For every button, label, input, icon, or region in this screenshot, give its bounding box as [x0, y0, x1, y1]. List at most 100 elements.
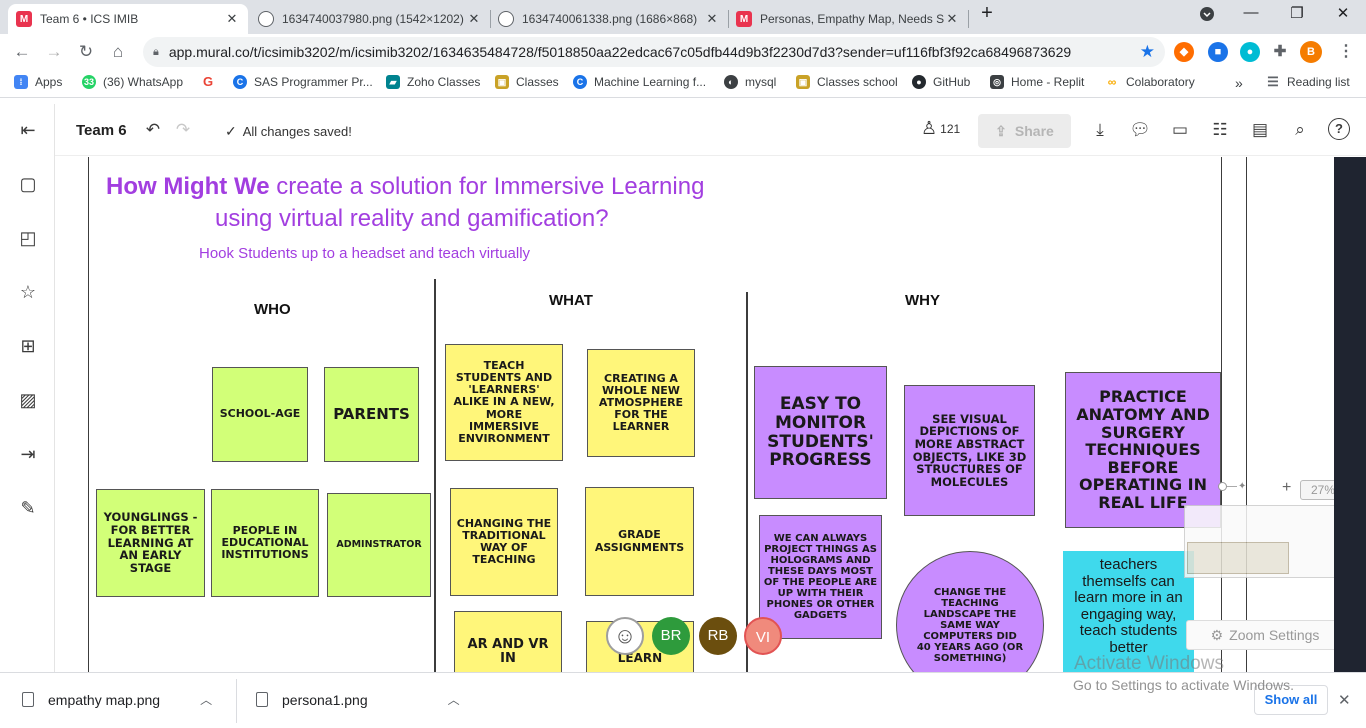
- minimize-icon[interactable]: —: [1236, 4, 1266, 21]
- image-icon[interactable]: ▨: [16, 388, 40, 412]
- pencil-icon[interactable]: ✎: [16, 496, 40, 520]
- tab-image-1[interactable]: 1634740037980.png (1542×1202) ✕: [250, 4, 490, 34]
- bookmark-google[interactable]: G: [201, 75, 222, 89]
- file-icon: [256, 692, 268, 707]
- close-downloads-icon[interactable]: ✕: [1338, 691, 1351, 709]
- frameworks-icon[interactable]: ⊞: [16, 334, 40, 358]
- restore-icon[interactable]: ❐: [1282, 4, 1312, 22]
- download-item[interactable]: empathy map.png ︿: [22, 691, 212, 708]
- bookmark-machine-learning[interactable]: C Machine Learning f...: [573, 75, 706, 89]
- sticky-note[interactable]: School-age: [212, 367, 308, 462]
- tab-search-icon[interactable]: [1192, 6, 1222, 26]
- tab-team6[interactable]: M Team 6 • ICS IMIB ✕: [8, 4, 248, 34]
- sticky-note[interactable]: See visual depictions of more abstract o…: [904, 385, 1035, 516]
- sticky-note[interactable]: We can always project things as hologram…: [759, 515, 882, 639]
- participants-count: 121: [940, 121, 961, 136]
- url-text[interactable]: app.mural.co/t/icsimib3202/m/icsimib3202…: [169, 44, 1140, 60]
- zoom-settings-button[interactable]: ⚙ Zoom Settings: [1186, 620, 1334, 650]
- profile-avatar[interactable]: B: [1300, 41, 1322, 63]
- extension-icon[interactable]: ◆: [1174, 42, 1194, 62]
- self-avatar[interactable]: BR: [8, 624, 46, 662]
- close-icon[interactable]: ✕: [944, 11, 960, 27]
- download-icon[interactable]: ⤓: [1088, 118, 1112, 142]
- bookmark-label: mysql: [745, 75, 777, 89]
- board-name[interactable]: Team 6: [76, 122, 127, 139]
- search-icon[interactable]: ⌕: [1288, 118, 1312, 142]
- sticky-note[interactable]: Easy to monitor students' progress: [754, 366, 887, 499]
- tab-image-2[interactable]: 1634740061338.png (1686×868) ✕: [490, 4, 728, 34]
- reading-list-button[interactable]: ☰ Reading list: [1266, 75, 1350, 90]
- share-label: Share: [1014, 123, 1054, 139]
- sticky-note[interactable]: Creating a whole new atmosphere for the …: [587, 349, 695, 457]
- close-icon[interactable]: ✕: [224, 11, 240, 27]
- activity-icon[interactable]: ☷: [1208, 118, 1232, 142]
- bookmark-apps[interactable]: ⁞ Apps: [14, 75, 62, 89]
- close-icon[interactable]: ✕: [704, 11, 720, 27]
- reaction-emoji-button[interactable]: ☺: [606, 617, 644, 655]
- menu-icon[interactable]: ⋮: [1336, 42, 1356, 62]
- bookmark-classes-school[interactable]: ▣ Classes school: [796, 75, 898, 89]
- collaborator-avatar[interactable]: RB: [699, 617, 737, 655]
- help-icon[interactable]: ?: [1328, 118, 1350, 140]
- back-icon[interactable]: ←: [10, 40, 34, 64]
- sticky-note-circle[interactable]: Change the teaching landscape the same w…: [896, 551, 1044, 672]
- sticky-note[interactable]: Younglings - for better learning at an e…: [96, 489, 205, 597]
- chevron-up-icon[interactable]: ︿: [200, 691, 212, 708]
- bookmark-whatsapp[interactable]: 33 (36) WhatsApp: [82, 75, 183, 89]
- home-icon[interactable]: ⌂: [106, 40, 130, 64]
- zoom-percent[interactable]: 27%: [1300, 480, 1334, 500]
- new-tab-button[interactable]: +: [972, 2, 1002, 25]
- sticky-note-icon[interactable]: ▢: [16, 172, 40, 196]
- exit-board-icon[interactable]: ⇤: [16, 118, 40, 142]
- window-close-icon[interactable]: ✕: [1328, 4, 1358, 22]
- right-side-panel: [1334, 157, 1366, 672]
- sticky-note[interactable]: Adminstrator: [327, 493, 431, 597]
- bookmark-star-icon[interactable]: ★: [1140, 42, 1155, 62]
- undo-icon[interactable]: ↶: [141, 118, 165, 142]
- sticky-note[interactable]: Parents: [324, 367, 419, 462]
- outline-icon[interactable]: ▤: [1248, 118, 1272, 142]
- bookmark-replit[interactable]: ◎ Home - Replit: [990, 75, 1084, 89]
- import-icon[interactable]: ⇥: [16, 442, 40, 466]
- bookmark-github[interactable]: ● GitHub: [912, 75, 970, 89]
- bookmark-colab[interactable]: ∞ Colaboratory: [1105, 75, 1195, 89]
- reload-icon[interactable]: ↻: [74, 40, 98, 64]
- frame-border: [1221, 157, 1222, 672]
- tab-personas[interactable]: M Personas, Empathy Map, Needs S ✕: [728, 4, 968, 34]
- sticky-note[interactable]: AR and VR in: [454, 611, 562, 672]
- forward-icon[interactable]: →: [42, 40, 66, 64]
- more-bookmarks-button[interactable]: »: [1235, 75, 1243, 91]
- comments-icon[interactable]: 💬︎: [1128, 118, 1152, 142]
- bookmark-label: Classes: [516, 75, 559, 89]
- redo-icon[interactable]: ↷: [171, 118, 195, 142]
- share-button[interactable]: ⇪ Share: [978, 114, 1071, 148]
- participants-button[interactable]: ♙ 121: [921, 118, 960, 139]
- chat-icon[interactable]: ▭: [1168, 118, 1192, 142]
- mural-canvas[interactable]: How Might We create a solution for Immer…: [56, 157, 1334, 672]
- sticky-note[interactable]: Teach students and 'learners' alike in a…: [445, 344, 563, 461]
- collaborator-avatar[interactable]: VI: [744, 617, 782, 655]
- extension-icon[interactable]: ■: [1208, 42, 1228, 62]
- bookmark-mysql[interactable]: ◐ mysql: [724, 75, 776, 89]
- zoom-in-button[interactable]: +: [1282, 479, 1291, 497]
- star-icon[interactable]: ☆: [16, 280, 40, 304]
- sticky-note[interactable]: Grade assignments: [585, 487, 694, 596]
- minimap[interactable]: [1184, 505, 1334, 578]
- tab-title: 1634740061338.png (1686×868): [522, 12, 698, 26]
- sticky-note[interactable]: Changing the traditional way of teaching: [450, 488, 558, 596]
- close-icon[interactable]: ✕: [466, 11, 482, 27]
- extension-icon[interactable]: ●: [1240, 42, 1260, 62]
- download-item[interactable]: persona1.png ︿: [256, 691, 460, 708]
- chevron-up-icon[interactable]: ︿: [448, 691, 460, 708]
- bookmark-sas[interactable]: C SAS Programmer Pr...: [233, 75, 373, 89]
- bookmark-zoho[interactable]: ▰ Zoho Classes: [386, 75, 480, 89]
- save-status: ✓ All changes saved!: [225, 123, 352, 140]
- sticky-note[interactable]: People in educational institutions: [211, 489, 319, 597]
- zoho-icon: ▰: [386, 75, 400, 89]
- bookmark-classes[interactable]: ▣ Classes: [495, 75, 559, 89]
- shapes-icon[interactable]: ◰: [16, 226, 40, 250]
- zoom-slider-handle[interactable]: [1218, 482, 1227, 491]
- puzzle-icon[interactable]: ✚: [1270, 42, 1290, 62]
- address-bar[interactable]: 🔒︎ app.mural.co/t/icsimib3202/m/icsimib3…: [143, 37, 1165, 67]
- collaborator-avatar[interactable]: BR: [652, 617, 690, 655]
